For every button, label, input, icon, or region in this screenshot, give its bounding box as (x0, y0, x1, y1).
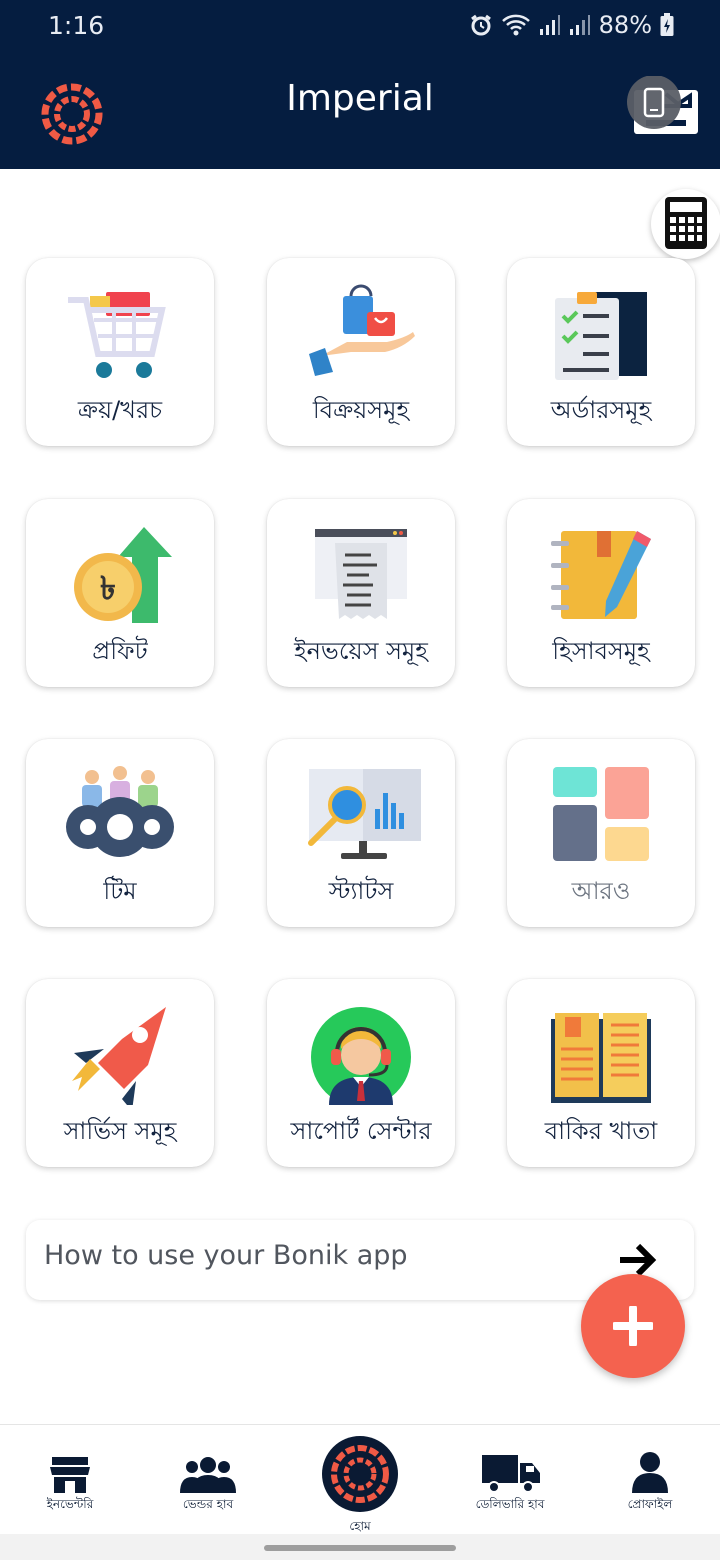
stats-monitor-icon (308, 769, 421, 859)
arrow-right-icon (620, 1243, 657, 1277)
home-logo-icon (322, 1436, 398, 1512)
card-accounts[interactable]: হিসাবসমূহ (507, 499, 695, 687)
card-label: সাপোর্ট সেন্টার (290, 1117, 432, 1145)
card-purchase[interactable]: ক্রয়/খরচ (26, 258, 214, 446)
card-services[interactable]: সার্ভিস সমূহ (26, 979, 214, 1167)
signal-icon-2 (569, 15, 590, 35)
card-label: আরও (571, 877, 631, 905)
card-label: স্ট্যাটস (328, 877, 394, 905)
wifi-icon (501, 14, 530, 36)
add-button[interactable] (581, 1274, 685, 1378)
card-label: টিম (103, 877, 137, 905)
plus-icon (613, 1306, 653, 1346)
app-bar: Imperial (0, 56, 720, 169)
system-nav-bar (0, 1534, 720, 1560)
page-title: Imperial (286, 78, 434, 119)
status-bar: 1:16 88% (0, 0, 720, 56)
hand-shopping-bags-icon (309, 284, 415, 376)
calculator-button[interactable] (651, 189, 720, 259)
card-label: ক্রয়/খরচ (77, 396, 163, 424)
howto-banner[interactable]: How to use your Bonik app (26, 1220, 694, 1300)
svg-text:৳: ৳ (100, 569, 116, 607)
card-label: ইনভয়েস সমূহ (294, 637, 428, 665)
checklist-clipboard-icon (555, 292, 647, 380)
howto-text: How to use your Bonik app (44, 1240, 408, 1271)
card-team[interactable]: টিম (26, 739, 214, 927)
status-icons: 88% (469, 11, 674, 39)
nav-home[interactable]: হোম (290, 1425, 430, 1535)
card-orders[interactable]: অর্ডারসমূহ (507, 258, 695, 446)
gesture-handle[interactable] (264, 1545, 456, 1551)
card-sales[interactable]: বিক্রয়সমূহ (267, 258, 455, 446)
calculator-icon (665, 197, 707, 249)
people-group-icon (180, 1457, 236, 1493)
card-label: অর্ডারসমূহ (550, 396, 652, 424)
device-switch-icon[interactable] (624, 76, 700, 138)
card-invoices[interactable]: ইনভয়েস সমূহ (267, 499, 455, 687)
nav-label: ডেলিভারি হাব (475, 1497, 545, 1511)
card-label: প্রফিট (92, 637, 148, 665)
nav-delivery-hub[interactable]: ডেলিভারি হাব (440, 1425, 580, 1535)
alarm-icon (470, 14, 491, 36)
nav-label: ভেন্ডর হাব (182, 1497, 234, 1511)
nav-vendor-hub[interactable]: ভেন্ডর হাব (138, 1425, 278, 1535)
card-due-ledger[interactable]: বাকির খাতা (507, 979, 695, 1167)
signal-icon (539, 15, 560, 35)
taka-coin-up-arrow-icon: ৳ (74, 527, 172, 623)
notebook-pencil-icon (551, 531, 651, 619)
bottom-nav: ইনভেন্টরি ভেন্ডর হাব হোম ডেলিভারি হাব প্… (0, 1424, 720, 1535)
nav-inventory[interactable]: ইনভেন্টরি (0, 1425, 140, 1535)
team-gears-icon (66, 766, 174, 857)
nav-label: প্রোফাইল (627, 1497, 673, 1511)
nav-profile[interactable]: প্রোফাইল (580, 1425, 720, 1535)
card-label: সার্ভিস সমূহ (63, 1117, 177, 1145)
store-icon (50, 1457, 90, 1493)
card-more[interactable]: আরও (507, 739, 695, 927)
battery-percent: 88% (598, 11, 652, 39)
nav-label: ইনভেন্টরি (46, 1497, 94, 1511)
card-label: হিসাবসমূহ (552, 637, 650, 665)
card-label: বাকির খাতা (544, 1117, 658, 1145)
more-tiles-icon (553, 767, 649, 861)
printer-receipt-icon (315, 529, 407, 619)
support-agent-icon (311, 1007, 411, 1105)
card-stats[interactable]: স্ট্যাটস (267, 739, 455, 927)
card-profit[interactable]: ৳ প্রফিট (26, 499, 214, 687)
card-label: বিক্রয়সমূহ (312, 396, 410, 424)
battery-charging-icon (660, 13, 674, 36)
shopping-cart-icon (68, 292, 166, 378)
status-time: 1:16 (48, 11, 105, 40)
card-support[interactable]: সাপোর্ট সেন্টার (267, 979, 455, 1167)
profile-icon (632, 1452, 668, 1493)
rocket-icon (72, 1007, 166, 1105)
open-ledger-icon (551, 1013, 651, 1103)
delivery-truck-icon (482, 1455, 540, 1493)
